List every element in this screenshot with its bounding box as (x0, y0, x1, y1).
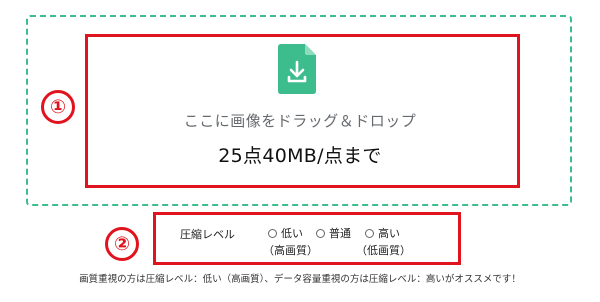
radio-low[interactable]: 低い (268, 225, 303, 241)
annotation-marker-1: ① (41, 90, 75, 124)
upload-limit-text: 25点40MB/点まで (218, 145, 382, 167)
radio-low-sublabel: （高画質） (263, 244, 318, 257)
radio-normal[interactable]: 普通 (316, 225, 351, 241)
radio-circle-icon[interactable] (268, 228, 277, 238)
file-download-icon (278, 44, 316, 94)
dropzone-instruction: ここに画像をドラッグ＆ドロップ (183, 112, 417, 130)
annotation-marker-2: ② (105, 227, 139, 261)
radio-high[interactable]: 高い (365, 225, 400, 241)
radio-circle-icon[interactable] (365, 228, 374, 238)
radio-high-label: 高い (378, 227, 400, 240)
compression-recommendation-note: 画質重視の方は圧縮レベル：低い（高画質）、データ容量重視の方は圧縮レベル：高いが… (79, 274, 521, 285)
compression-level-label: 圧縮レベル (180, 228, 235, 241)
radio-low-label: 低い (281, 227, 303, 240)
radio-circle-icon[interactable] (316, 228, 325, 238)
radio-high-sublabel: （低画質） (356, 244, 411, 257)
radio-normal-label: 普通 (329, 227, 351, 240)
